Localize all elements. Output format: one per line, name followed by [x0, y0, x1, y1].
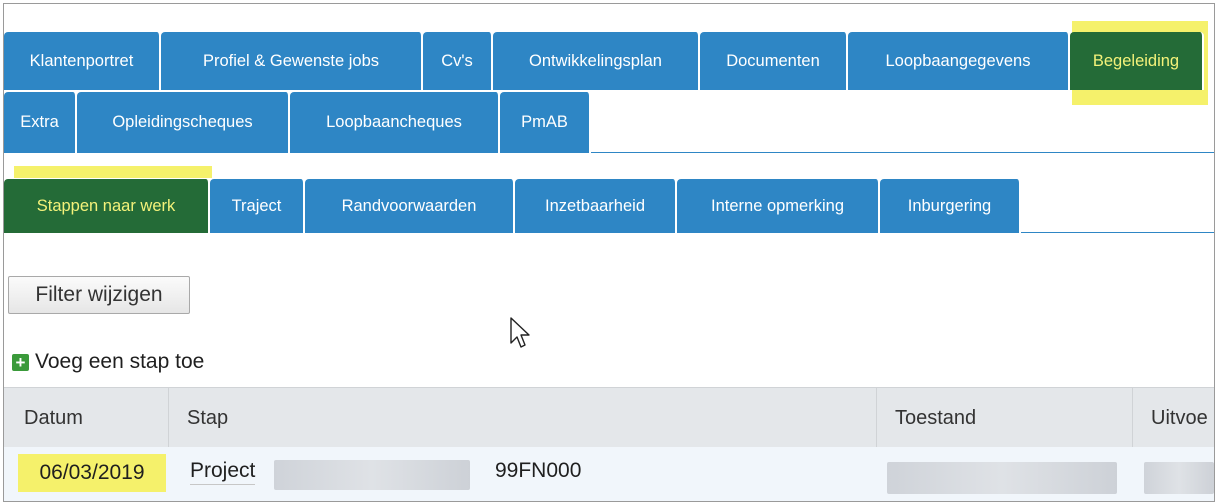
tab-row-divider: [591, 152, 1214, 153]
tab-row-main: Klantenportret Profiel & Gewenste jobs C…: [4, 32, 1204, 90]
cell-datum: 06/03/2019: [18, 454, 166, 492]
subtab-row: Stappen naar werk Traject Randvoorwaarde…: [4, 179, 1021, 233]
subtab-inzetbaarheid[interactable]: Inzetbaarheid: [515, 179, 677, 233]
redacted-uitvoerder: [1144, 462, 1214, 494]
tab-extra[interactable]: Extra: [4, 92, 77, 153]
column-header-stap[interactable]: Stap: [168, 388, 876, 448]
tab-opleidingscheques[interactable]: Opleidingscheques: [77, 92, 290, 153]
subtab-randvoorwaarden[interactable]: Randvoorwaarden: [305, 179, 515, 233]
tab-begeleiding[interactable]: Begeleiding: [1070, 32, 1204, 90]
subtab-inburgering[interactable]: Inburgering: [880, 179, 1021, 233]
column-header-datum[interactable]: Datum: [4, 388, 168, 448]
tab-loopbaangegevens[interactable]: Loopbaangegevens: [848, 32, 1070, 90]
table-header: Datum Stap Toestand Uitvoe: [4, 387, 1214, 448]
tab-pmab[interactable]: PmAB: [500, 92, 591, 153]
subtab-interne-opmerking[interactable]: Interne opmerking: [677, 179, 880, 233]
mouse-cursor-icon: [509, 316, 531, 355]
tab-row-secondary: Extra Opleidingscheques Loopbaancheques …: [4, 92, 591, 153]
column-header-toestand[interactable]: Toestand: [876, 388, 1132, 448]
redacted-step-name: [274, 460, 470, 490]
subtab-row-divider: [1021, 232, 1214, 233]
cell-stap-link[interactable]: Project: [190, 459, 256, 485]
highlight-stappen: [14, 166, 212, 178]
plus-icon: +: [12, 353, 29, 371]
subtab-traject[interactable]: Traject: [210, 179, 305, 233]
subtab-stappen-naar-werk[interactable]: Stappen naar werk: [4, 179, 210, 233]
add-step-label: Voeg een stap toe: [35, 350, 205, 373]
app-frame: Klantenportret Profiel & Gewenste jobs C…: [3, 3, 1215, 502]
tab-cvs[interactable]: Cv's: [423, 32, 493, 90]
tab-ontwikkelingsplan[interactable]: Ontwikkelingsplan: [493, 32, 700, 90]
add-step-link[interactable]: + Voeg een stap toe: [12, 350, 204, 374]
cell-stap-code: 99FN000: [495, 459, 582, 482]
tab-klantenportret[interactable]: Klantenportret: [4, 32, 161, 90]
tab-documenten[interactable]: Documenten: [700, 32, 848, 90]
tab-loopbaancheques[interactable]: Loopbaancheques: [290, 92, 500, 153]
filter-wijzigen-button[interactable]: Filter wijzigen: [8, 276, 190, 314]
column-header-uitvoerder[interactable]: Uitvoe: [1132, 388, 1214, 448]
tab-profiel-gewenste-jobs[interactable]: Profiel & Gewenste jobs: [161, 32, 423, 90]
redacted-toestand: [887, 462, 1117, 494]
